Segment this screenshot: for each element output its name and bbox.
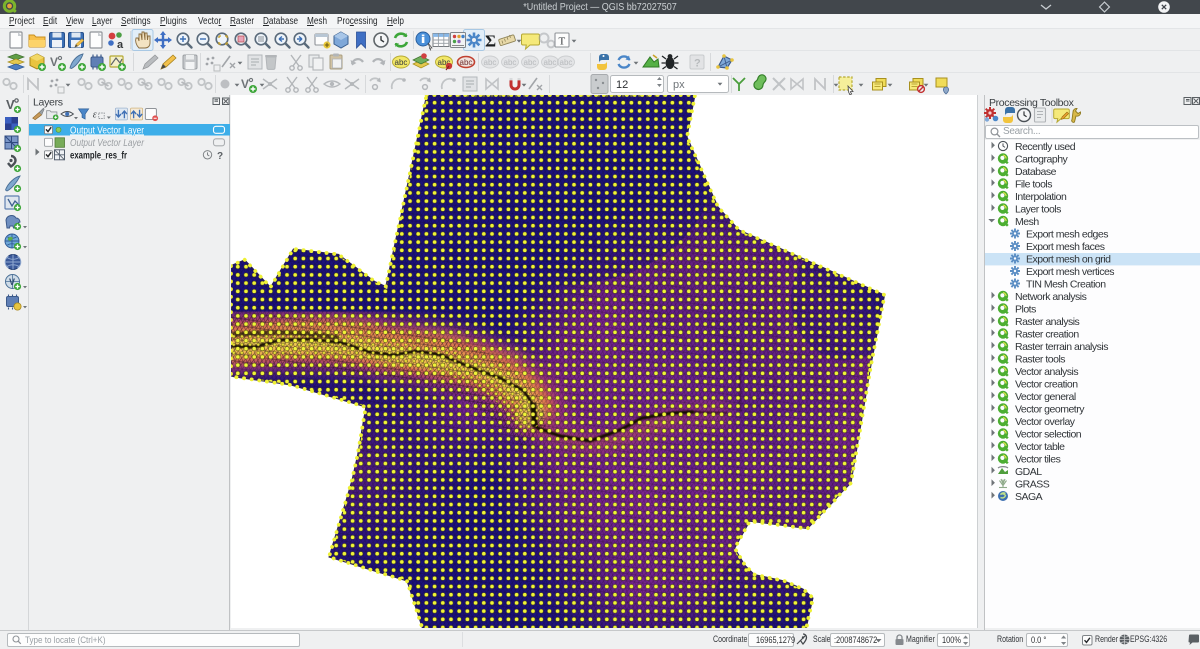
svg-text:Export mesh edges: Export mesh edges [1026,228,1108,240]
svg-text:Plots: Plots [1015,303,1036,315]
svg-text:Raster analysis: Raster analysis [1015,316,1080,328]
svg-text:ε: ε [93,110,97,121]
svg-text:Layer tools: Layer tools [1015,203,1061,215]
svg-text:Mesh: Mesh [1015,216,1039,228]
svg-text:Vector analysis: Vector analysis [1015,366,1078,378]
svg-text:Vector tiles: Vector tiles [1015,453,1061,465]
svg-text:Vector selection: Vector selection [1015,428,1082,440]
svg-text:TIN Mesh Creation: TIN Mesh Creation [1026,278,1106,290]
svg-text:Export mesh vertices: Export mesh vertices [1026,266,1114,278]
svg-text:GDAL: GDAL [1015,466,1042,478]
svg-text:Vector creation: Vector creation [1015,378,1078,390]
svg-text:Raster creation: Raster creation [1015,328,1079,340]
svg-text:Network analysis: Network analysis [1015,291,1087,303]
svg-text:SAGA: SAGA [1015,491,1043,503]
svg-text:Interpolation: Interpolation [1015,191,1067,203]
svg-text:Database: Database [1015,166,1057,178]
svg-text:GRASS: GRASS [1015,478,1050,490]
svg-text:Export mesh on grid: Export mesh on grid [1026,253,1111,265]
svg-text:Raster tools: Raster tools [1015,353,1065,365]
svg-text:example_res_fr: example_res_fr [70,150,127,162]
svg-text:Recently used: Recently used [1015,141,1076,153]
svg-text:Vector general: Vector general [1015,391,1076,403]
svg-text:Output Vector Layer: Output Vector Layer [70,137,144,149]
svg-text:Layers: Layers [33,97,63,109]
svg-text:Export mesh faces: Export mesh faces [1026,241,1105,253]
svg-text:px: px [673,79,685,91]
svg-text:File tools: File tools [1015,178,1052,190]
svg-text:Raster terrain analysis: Raster terrain analysis [1015,341,1108,353]
svg-text:Vector geometry: Vector geometry [1015,403,1085,415]
svg-text:Output Vector Layer: Output Vector Layer [70,124,144,136]
svg-text:Vector overlay: Vector overlay [1015,416,1076,428]
svg-text:?: ? [217,151,223,162]
svg-text:12: 12 [616,79,628,91]
svg-text:Vector table: Vector table [1015,441,1065,453]
svg-text:Cartography: Cartography [1015,153,1069,165]
